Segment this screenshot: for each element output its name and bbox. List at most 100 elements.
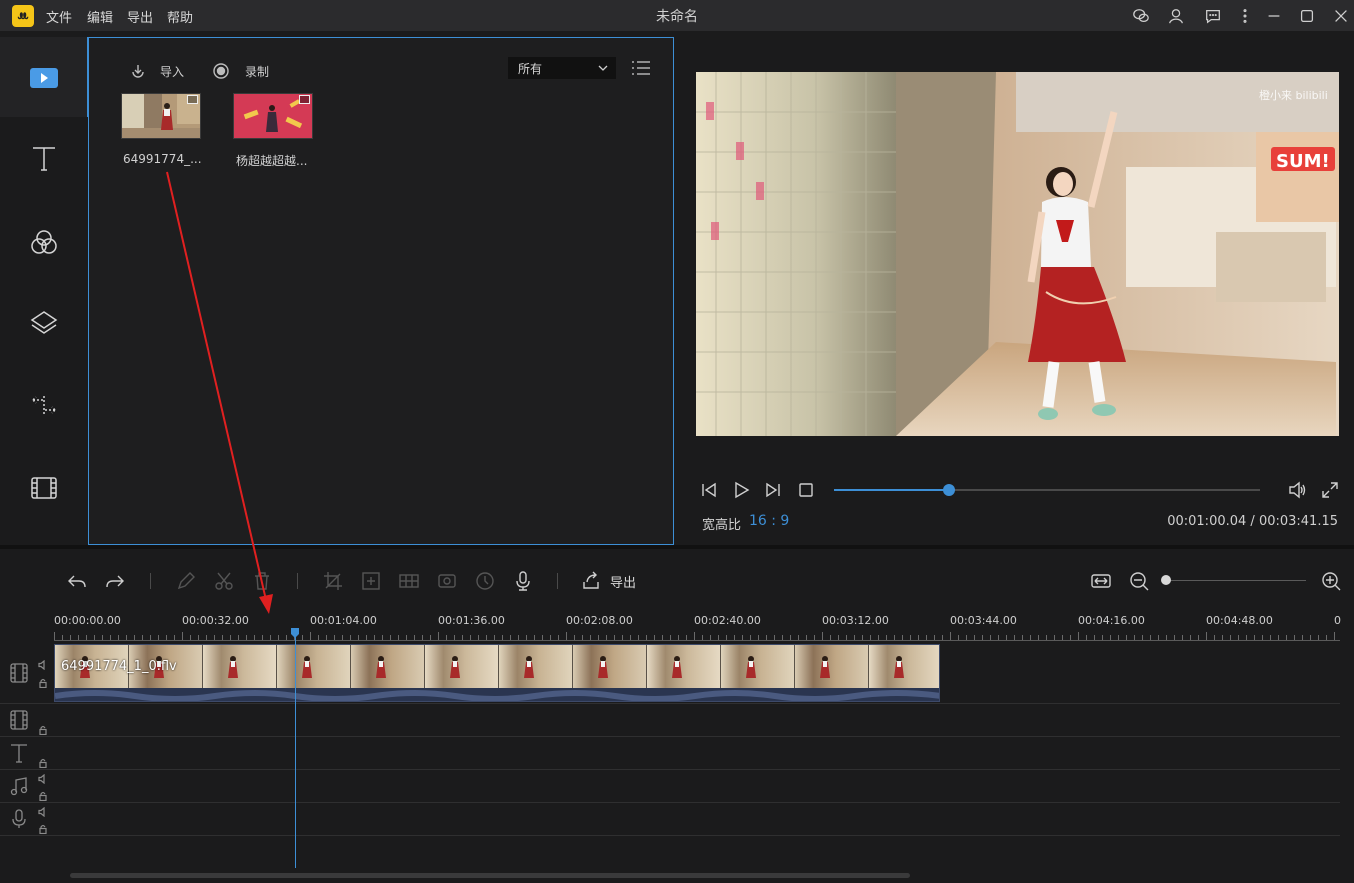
prev-frame-icon[interactable]: [699, 480, 719, 500]
pip-track[interactable]: [0, 704, 1340, 737]
speaker-icon[interactable]: [38, 806, 48, 818]
chevron-down-icon: [598, 65, 608, 71]
more-icon[interactable]: [1235, 6, 1255, 26]
list-view-icon[interactable]: [630, 58, 652, 78]
seek-handle[interactable]: [943, 484, 956, 496]
media-item-name: 64991774_...: [123, 152, 202, 166]
ruler-tick: [454, 635, 455, 640]
freeze-frame-icon[interactable]: [436, 570, 458, 592]
ruler-tick: [830, 635, 831, 640]
playhead[interactable]: [295, 632, 296, 868]
ruler-tick: [1150, 635, 1151, 640]
lock-icon[interactable]: [38, 790, 48, 802]
ruler-tick: [1286, 635, 1287, 640]
ruler-label: 00:00:00.00: [54, 614, 121, 627]
transition-icon[interactable]: [24, 385, 64, 425]
panel-divider[interactable]: [0, 545, 1354, 549]
ruler-label: 00:04:48.00: [1206, 614, 1273, 627]
ruler-tick: [622, 635, 623, 640]
media-thumb-stage[interactable]: [233, 93, 313, 139]
delete-icon[interactable]: [251, 570, 273, 592]
ruler-tick: [926, 635, 927, 640]
minimize-icon[interactable]: [1264, 6, 1284, 26]
toolbar-separator: [557, 573, 558, 589]
clip-frame: [573, 645, 647, 688]
fit-timeline-icon[interactable]: [1090, 570, 1112, 592]
ruler-tick: [1238, 635, 1239, 640]
ruler-tick: [934, 635, 935, 640]
element-icon[interactable]: [24, 468, 64, 508]
ruler-tick: [670, 635, 671, 640]
stop-icon[interactable]: [796, 480, 816, 500]
media-thumb-dance[interactable]: [121, 93, 201, 139]
overlay-icon[interactable]: [24, 303, 64, 343]
ruler-tick: [94, 635, 95, 640]
crop-icon[interactable]: [322, 570, 344, 592]
maximize-icon[interactable]: [1297, 6, 1317, 26]
record-button[interactable]: 录制: [213, 62, 269, 80]
close-icon[interactable]: [1331, 6, 1351, 26]
zoom-slider[interactable]: [1166, 580, 1306, 581]
aspect-ratio-value[interactable]: 16 : 9: [749, 513, 789, 529]
zoom-out-icon[interactable]: [1128, 570, 1150, 592]
lock-icon[interactable]: [38, 724, 48, 736]
ruler-tick: [1134, 635, 1135, 640]
microphone-icon[interactable]: [512, 570, 534, 592]
video-clip[interactable]: 64991774_1_0.flv: [54, 644, 940, 702]
ruler-tick: [358, 635, 359, 640]
ruler-tick: [1294, 635, 1295, 640]
lock-icon[interactable]: [38, 677, 48, 689]
edit-icon[interactable]: [175, 570, 197, 592]
clip-waveform: [55, 690, 939, 701]
filter-icon[interactable]: [24, 222, 64, 262]
speaker-icon[interactable]: [38, 659, 48, 671]
ruler-tick: [398, 635, 399, 640]
redo-icon[interactable]: [104, 570, 126, 592]
lock-icon[interactable]: [38, 757, 48, 769]
undo-icon[interactable]: [66, 570, 88, 592]
feedback-icon[interactable]: [1203, 6, 1223, 26]
text-icon[interactable]: [24, 138, 64, 178]
text-track[interactable]: [0, 737, 1340, 770]
mosaic-icon[interactable]: [398, 570, 420, 592]
ruler-tick: [686, 635, 687, 640]
media-icon[interactable]: [24, 58, 64, 98]
cut-icon[interactable]: [213, 570, 235, 592]
wechat-icon[interactable]: [1131, 6, 1151, 26]
playhead-handle[interactable]: [291, 628, 299, 638]
voice-track[interactable]: [0, 803, 1340, 836]
ruler-tick: [230, 635, 231, 640]
clip-frame: [499, 645, 573, 688]
music-track[interactable]: [0, 770, 1340, 803]
ruler-tick: [1054, 635, 1055, 640]
volume-icon[interactable]: [1287, 480, 1307, 500]
zoom-crop-icon[interactable]: [360, 570, 382, 592]
ruler-tick: [1230, 635, 1231, 640]
duration-icon[interactable]: [474, 570, 496, 592]
ruler-tick: [214, 635, 215, 640]
ruler-tick: [1030, 635, 1031, 640]
ruler-tick: [1070, 635, 1071, 640]
speaker-icon[interactable]: [38, 773, 48, 785]
ruler-tick: [150, 635, 151, 640]
ruler-tick: [1302, 635, 1303, 640]
music-track-icon: [8, 775, 30, 797]
fullscreen-icon[interactable]: [1320, 480, 1340, 500]
user-icon[interactable]: [1166, 6, 1186, 26]
import-button[interactable]: 导入: [130, 62, 184, 80]
ruler-tick: [1014, 635, 1015, 640]
next-frame-icon[interactable]: [763, 480, 783, 500]
timeline-scrollbar[interactable]: [70, 873, 910, 878]
video-preview: SUM! 橙小来 bilibili: [696, 72, 1339, 436]
ruler-tick: [542, 635, 543, 640]
zoom-in-icon[interactable]: [1320, 570, 1342, 592]
zoom-slider-handle[interactable]: [1161, 575, 1171, 585]
play-icon[interactable]: [731, 480, 751, 500]
lock-icon[interactable]: [38, 823, 48, 835]
ruler-tick: [174, 635, 175, 640]
media-filter-select[interactable]: 所有: [508, 57, 616, 79]
ruler-tick: [182, 632, 183, 640]
export-button[interactable]: 导出: [580, 570, 636, 592]
ruler-tick: [1262, 635, 1263, 640]
ruler-label: 00:01:36.00: [438, 614, 505, 627]
